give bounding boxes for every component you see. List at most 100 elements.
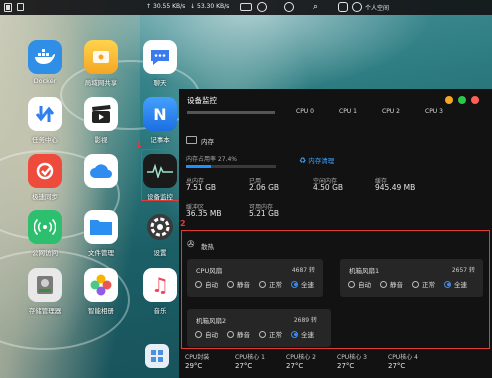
app-fast-sync[interactable]: 极速同步 bbox=[16, 154, 74, 201]
fan-mode-silent[interactable]: 静音 bbox=[227, 329, 250, 339]
user-avatar-icon[interactable] bbox=[352, 2, 362, 12]
fan-name: CPU风扇 bbox=[196, 267, 223, 275]
annotation-number-1: 1 bbox=[136, 140, 142, 149]
start-menu-icon[interactable] bbox=[4, 3, 12, 12]
fan-mode-group: 自动 静音 正常 全速 bbox=[195, 329, 314, 339]
minimize-button[interactable] bbox=[445, 96, 453, 104]
app-video[interactable]: 影视 bbox=[72, 97, 130, 144]
memory-title: 内存 bbox=[201, 138, 214, 146]
memory-usage-bar bbox=[186, 165, 276, 168]
upload-speed: 30.55 KB/s bbox=[153, 3, 186, 10]
radio-label: 全速 bbox=[454, 281, 467, 289]
fan-mode-silent[interactable]: 静音 bbox=[227, 279, 250, 289]
app-label: 文件管理 bbox=[88, 249, 114, 257]
folder-share-icon bbox=[84, 40, 118, 74]
cooling-title: 散热 bbox=[201, 243, 214, 251]
app-file-manager[interactable]: 文件管理 bbox=[72, 210, 130, 257]
upload-speed-icon: ↑ bbox=[146, 3, 152, 10]
gear-icon bbox=[143, 210, 177, 244]
recycle-icon: ♻ bbox=[299, 156, 307, 165]
window-switch-icon[interactable] bbox=[17, 3, 24, 11]
no-disturb-icon[interactable] bbox=[257, 2, 267, 12]
fan-mode-full[interactable]: 全速 bbox=[291, 279, 314, 289]
fan-mode-normal[interactable]: 正常 bbox=[412, 279, 435, 289]
fan-card-chassis-1: 机箱风扇1 2657 转 自动 静音 正常 全速 bbox=[340, 259, 483, 297]
message-icon[interactable] bbox=[240, 3, 252, 11]
app-label: 聊天 bbox=[153, 79, 167, 87]
fan-mode-full[interactable]: 全速 bbox=[291, 329, 314, 339]
radio-dot bbox=[259, 330, 266, 338]
app-label: 智能相册 bbox=[88, 307, 114, 315]
memory-icon bbox=[186, 136, 197, 144]
radio-label: 自动 bbox=[358, 281, 371, 289]
fan-mode-group: 自动 静音 正常 全速 bbox=[348, 279, 467, 289]
music-icon: ♫ bbox=[143, 268, 177, 302]
cloud-icon bbox=[84, 154, 118, 188]
app-smart-album[interactable]: 智能相册 bbox=[72, 268, 130, 315]
radio-dot bbox=[291, 280, 298, 288]
fan-mode-auto[interactable]: 自动 bbox=[195, 329, 218, 339]
search-icon[interactable]: ⌕ bbox=[313, 2, 318, 12]
temperature-value: 27°C bbox=[337, 362, 355, 370]
chat-icon bbox=[143, 40, 177, 74]
clapperboard-icon bbox=[84, 97, 118, 131]
radio-dot bbox=[380, 280, 387, 288]
memory-clean-button[interactable]: ♻ 内存清理 bbox=[299, 155, 334, 165]
temperature-value: 27°C bbox=[388, 362, 406, 370]
fan-mode-group: 自动 静音 正常 全速 bbox=[195, 279, 314, 289]
radio-label: 自动 bbox=[205, 331, 218, 339]
app-chat[interactable]: 聊天 bbox=[131, 40, 189, 87]
storage-icon bbox=[28, 268, 62, 302]
user-space-label[interactable]: 个人空间 bbox=[365, 3, 389, 12]
temperature-label: CPU核心 4 bbox=[388, 354, 418, 361]
sync-icon bbox=[28, 154, 62, 188]
app-public-access[interactable]: 公网访问 bbox=[16, 210, 74, 257]
window-title: 设备监控 bbox=[187, 96, 217, 105]
app-task-center[interactable]: 任务中心 bbox=[16, 97, 74, 144]
radio-label: 静音 bbox=[390, 281, 403, 289]
memory-stat-value: 2.06 GB bbox=[249, 183, 280, 192]
temperature-label: CPU核心 2 bbox=[286, 354, 316, 361]
fan-mode-normal[interactable]: 正常 bbox=[259, 329, 282, 339]
fan-rpm: 4687 转 bbox=[291, 267, 315, 274]
maximize-button[interactable] bbox=[458, 96, 466, 104]
fan-mode-normal[interactable]: 正常 bbox=[259, 279, 282, 289]
annotation-number-2: 2 bbox=[180, 219, 186, 228]
app-lan-share[interactable]: 局域网共享 bbox=[72, 40, 130, 87]
fan-name: 机箱风扇1 bbox=[349, 267, 380, 275]
radio-label: 自动 bbox=[205, 281, 218, 289]
fan-mode-silent[interactable]: 静音 bbox=[380, 279, 403, 289]
cpu-header: CPU 3 bbox=[425, 108, 443, 115]
device-monitor-window: 设备监控 CPU 0 CPU 1 CPU 2 CPU 3 内存 内存占用率 27… bbox=[179, 89, 492, 378]
app-label: 任务中心 bbox=[32, 136, 58, 144]
radio-dot bbox=[195, 330, 202, 338]
fan-mode-auto[interactable]: 自动 bbox=[195, 279, 218, 289]
app-label: 存储管理器 bbox=[28, 307, 62, 315]
fan-mode-full[interactable]: 全速 bbox=[444, 279, 467, 289]
app-storage-manager[interactable]: 存储管理器 bbox=[16, 268, 74, 315]
memory-clean-label: 内存清理 bbox=[308, 157, 335, 165]
app-docker[interactable]: Docker bbox=[16, 40, 74, 85]
temperature-item: CPU核心 3 27°C bbox=[337, 352, 367, 370]
fan-card-chassis-2: 机箱风扇2 2689 转 自动 静音 正常 全速 bbox=[187, 309, 331, 347]
app-label: 极速同步 bbox=[32, 193, 58, 201]
memory-stat-value: 7.51 GB bbox=[186, 183, 217, 192]
radio-label: 静音 bbox=[237, 281, 250, 289]
temperature-value: 27°C bbox=[286, 362, 304, 370]
app-cloud[interactable] bbox=[72, 154, 130, 191]
cpu-header: CPU 1 bbox=[339, 108, 357, 115]
dock-app-icon[interactable] bbox=[145, 344, 169, 368]
annotation-box-1 bbox=[141, 149, 181, 201]
radio-dot bbox=[348, 280, 355, 288]
temperature-item: CPU核心 1 27°C bbox=[235, 352, 265, 370]
globe-icon[interactable] bbox=[284, 2, 294, 12]
cpu-total-bar bbox=[187, 111, 275, 114]
memory-usage-label: 内存占用率 27.4% bbox=[186, 156, 237, 163]
radio-label: 全速 bbox=[301, 331, 314, 339]
fan-mode-auto[interactable]: 自动 bbox=[348, 279, 371, 289]
download-speed: 53.30 KB/s bbox=[197, 3, 230, 10]
close-button[interactable] bbox=[471, 96, 479, 104]
download-speed-icon: ↓ bbox=[190, 3, 196, 10]
temperature-item: CPU核心 4 27°C bbox=[388, 352, 418, 370]
notification-icon[interactable] bbox=[338, 2, 348, 12]
